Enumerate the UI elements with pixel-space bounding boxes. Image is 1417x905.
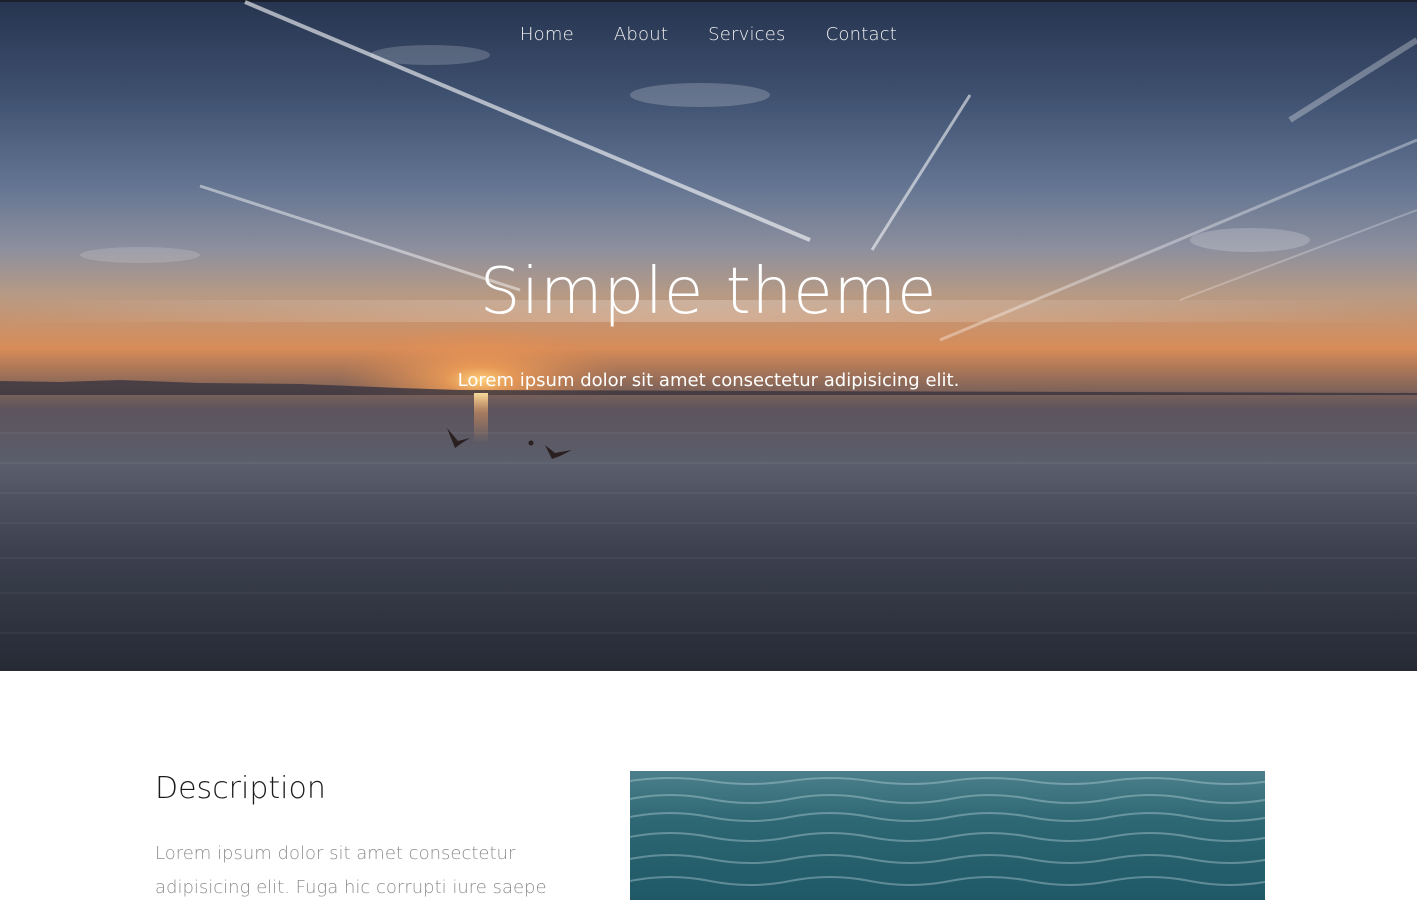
sea-image — [630, 771, 1265, 900]
description-heading: Description — [155, 771, 326, 806]
hero-section: Home About Services Contact Simple theme… — [0, 0, 1417, 671]
nav-link-home[interactable]: Home — [520, 24, 574, 45]
nav-link-services[interactable]: Services — [708, 24, 786, 45]
description-text: Lorem ipsum dolor sit amet consectetur a… — [155, 843, 547, 898]
main-navigation: Home About Services Contact — [0, 24, 1417, 45]
nav-link-contact[interactable]: Contact — [826, 24, 897, 45]
hero-title: Simple theme — [479, 255, 938, 329]
hero-water-image — [0, 393, 1417, 634]
sea-waves-image — [630, 777, 1265, 886]
nav-link-about[interactable]: About — [614, 24, 668, 45]
hero-subtitle: Lorem ipsum dolor sit amet consectetur a… — [457, 370, 960, 391]
hero-sky-image — [0, 0, 1417, 395]
description-section: Description Lorem ipsum dolor sit amet c… — [0, 671, 1417, 900]
